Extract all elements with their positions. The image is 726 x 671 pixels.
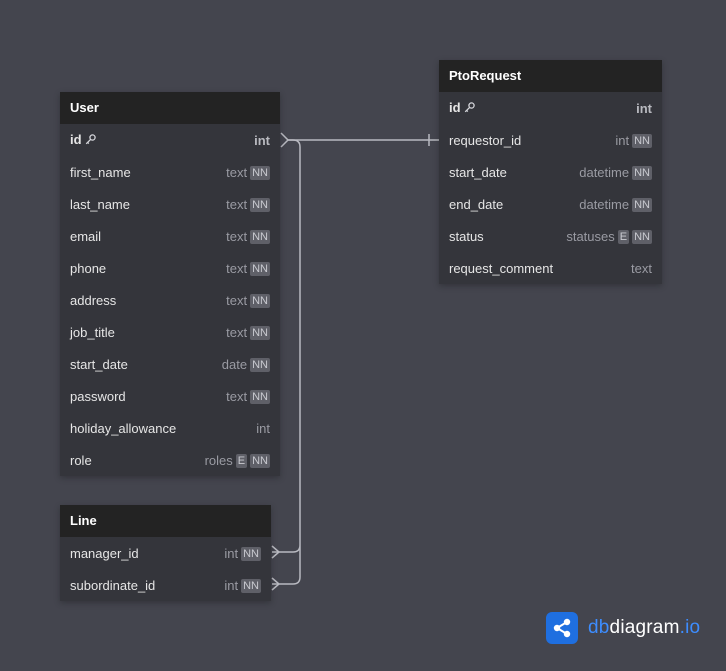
table-pto-request[interactable]: PtoRequest id int requestor_id int NN start_d…	[439, 60, 662, 284]
constraint-badge: NN	[241, 578, 261, 593]
field-type: int	[256, 420, 270, 436]
link-user-pto[interactable]	[280, 132, 439, 148]
field-type: int NN	[615, 132, 652, 148]
constraint-badge: NN	[250, 229, 270, 244]
field-row[interactable]: requestor_id int NN	[439, 124, 662, 156]
constraint-badge: E	[235, 453, 248, 468]
field-name: holiday_allowance	[70, 420, 177, 436]
constraint-badge: NN	[250, 357, 270, 372]
constraint-badge: NN	[250, 453, 270, 468]
field-type: datetime NN	[579, 196, 652, 212]
field-row[interactable]: first_name text NN	[60, 156, 280, 188]
field-row[interactable]: last_name text NN	[60, 188, 280, 220]
field-row[interactable]: role roles E NN	[60, 444, 280, 476]
field-type: statuses E NN	[566, 228, 652, 244]
constraint-badge: NN	[632, 165, 652, 180]
field-name: manager_id	[70, 545, 139, 561]
field-row[interactable]: email text NN	[60, 220, 280, 252]
field-name: last_name	[70, 196, 130, 212]
field-type: datetime NN	[579, 164, 652, 180]
field-name: first_name	[70, 164, 131, 180]
table-user[interactable]: User id int first_name text NN last_name text N…	[60, 92, 280, 476]
share-network-icon	[546, 612, 578, 644]
field-name: id	[70, 132, 254, 148]
field-name: password	[70, 388, 126, 404]
constraint-badge: NN	[632, 133, 652, 148]
field-name: requestor_id	[449, 132, 522, 148]
table-line[interactable]: Line manager_id int NN subordinate_id int NN	[60, 505, 271, 601]
field-type: int	[254, 132, 270, 148]
brand-logo[interactable]: dbdiagram.io	[546, 612, 700, 644]
constraint-badge: NN	[250, 197, 270, 212]
constraint-badge: NN	[632, 197, 652, 212]
table-header[interactable]: User	[60, 92, 280, 124]
field-row[interactable]: start_date date NN	[60, 348, 280, 380]
field-name: start_date	[449, 164, 507, 180]
field-name: end_date	[449, 196, 504, 212]
field-name: start_date	[70, 356, 128, 372]
field-name: job_title	[70, 324, 115, 340]
field-row[interactable]: address text NN	[60, 284, 280, 316]
constraint-badge: NN	[250, 389, 270, 404]
field-type: text NN	[226, 388, 270, 404]
field-row[interactable]: start_date datetime NN	[439, 156, 662, 188]
field-row[interactable]: end_date datetime NN	[439, 188, 662, 220]
field-name: request_comment	[449, 260, 554, 276]
field-row[interactable]: id int	[60, 124, 280, 156]
field-type: text NN	[226, 164, 270, 180]
constraint-badge: NN	[250, 261, 270, 276]
field-type: int	[636, 100, 652, 116]
field-name: email	[70, 228, 102, 244]
field-row[interactable]: subordinate_id int NN	[60, 569, 271, 601]
constraint-badge: NN	[632, 229, 652, 244]
field-type: text NN	[226, 196, 270, 212]
table-header[interactable]: Line	[60, 505, 271, 537]
field-name: role	[70, 452, 92, 468]
field-type: date NN	[221, 356, 270, 372]
field-row[interactable]: manager_id int NN	[60, 537, 271, 569]
field-row[interactable]: request_comment text	[439, 252, 662, 284]
field-row[interactable]: job_title text NN	[60, 316, 280, 348]
field-name: subordinate_id	[70, 577, 156, 593]
constraint-badge: NN	[241, 546, 261, 561]
field-row[interactable]: status statuses E NN	[439, 220, 662, 252]
field-name: id	[449, 100, 636, 116]
brand-name: dbdiagram.io	[588, 617, 701, 638]
field-type: text	[631, 260, 652, 276]
field-name: phone	[70, 260, 107, 276]
field-name: status	[449, 228, 484, 244]
field-name: address	[70, 292, 117, 308]
field-row[interactable]: password text NN	[60, 380, 280, 412]
field-row[interactable]: id int	[439, 92, 662, 124]
field-type: roles E NN	[204, 452, 270, 468]
constraint-badge: E	[617, 229, 630, 244]
field-row[interactable]: holiday_allowance int	[60, 412, 280, 444]
field-row[interactable]: phone text NN	[60, 252, 280, 284]
field-type: text NN	[226, 324, 270, 340]
field-type: text NN	[226, 292, 270, 308]
field-type: text NN	[226, 260, 270, 276]
key-icon	[464, 101, 475, 116]
constraint-badge: NN	[250, 293, 270, 308]
field-type: text NN	[226, 228, 270, 244]
field-type: int NN	[224, 577, 261, 593]
field-type: int NN	[224, 545, 261, 561]
constraint-badge: NN	[250, 165, 270, 180]
constraint-badge: NN	[250, 325, 270, 340]
key-icon	[85, 133, 96, 148]
table-header[interactable]: PtoRequest	[439, 60, 662, 92]
